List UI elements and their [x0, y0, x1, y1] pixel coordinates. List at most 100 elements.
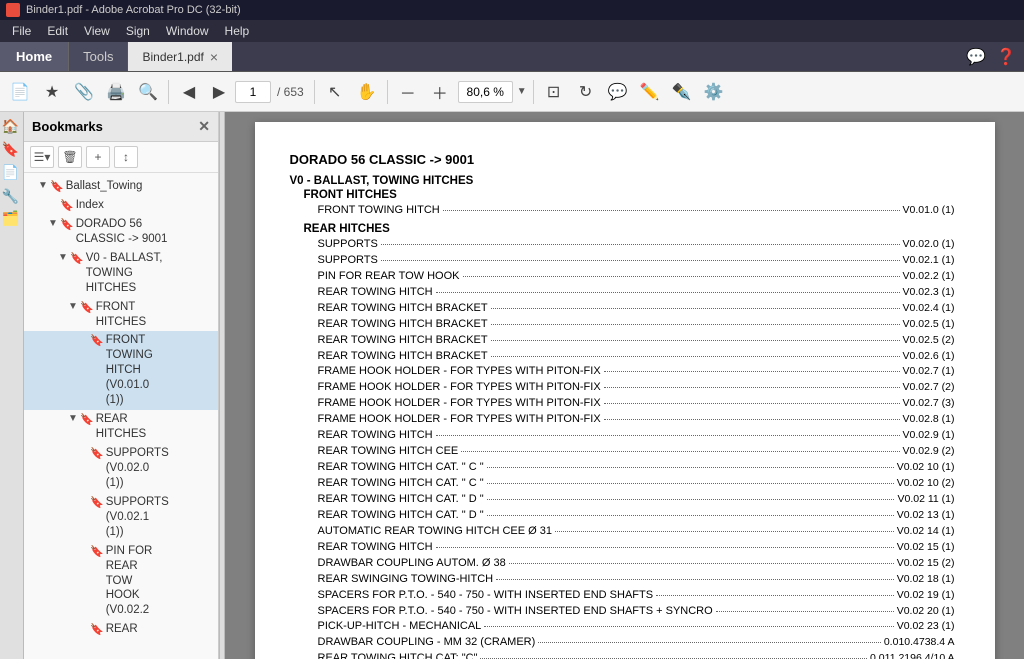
toc-row: SPACERS FOR P.T.O. - 540 - 750 - WITH IN…: [318, 588, 955, 604]
bookmark-dorado[interactable]: ▼ 🔖 DORADO 56CLASSIC -> 9001: [24, 215, 218, 249]
bookmark-options-button[interactable]: ☰▾: [30, 146, 54, 168]
toc-row: REAR TOWING HITCH BRACKETV0.02.5 (2): [318, 333, 955, 349]
toc-row: REAR TOWING HITCHV0.02.9 (1): [318, 428, 955, 444]
bookmark-ballast-towing[interactable]: ▼ 🔖 Ballast_Towing: [24, 177, 218, 196]
toc-page: V0.02.7 (3): [903, 396, 955, 411]
panel-tools-icon[interactable]: 🔧: [4, 187, 20, 204]
zoom-in-button[interactable]: ＋: [426, 78, 454, 106]
search-button[interactable]: 🔍: [134, 78, 162, 106]
menu-help[interactable]: Help: [217, 22, 258, 40]
create-button[interactable]: 📄: [6, 78, 34, 106]
bookmark-label: SUPPORTS(V0.02.1(1)): [106, 495, 169, 540]
bookmark-icon: 🔖: [90, 545, 104, 558]
bookmark-supports-2[interactable]: 🔖 SUPPORTS(V0.02.1(1)): [24, 493, 218, 542]
tab-home[interactable]: Home: [0, 42, 69, 71]
toc-row: SUPPORTSV0.02.1 (1): [318, 253, 955, 269]
bookmark-front-hitches[interactable]: ▼ 🔖 FRONTHITCHES: [24, 298, 218, 332]
bookmark-add-button[interactable]: +: [86, 146, 110, 168]
toc-page: V0.02.6 (1): [903, 349, 955, 364]
toc-dots: [381, 260, 900, 261]
bookmark-icon: 🔖: [90, 334, 104, 347]
main-area: 🏠 🔖 📄 🔧 🗂️ Bookmarks ✕ ☰▾ 🗑 + ↕ ▼ 🔖 Ball…: [0, 112, 1024, 659]
comments-icon[interactable]: 💬: [966, 47, 986, 67]
bookmark-rear[interactable]: 🔖 REAR: [24, 620, 218, 639]
toc-label: DRAWBAR COUPLING - MM 32 (CRAMER): [318, 635, 536, 651]
bookmark-v0-ballast[interactable]: ▼ 🔖 V0 - BALLAST,TOWINGHITCHES: [24, 249, 218, 298]
toc-label: REAR TOWING HITCH BRACKET: [318, 349, 488, 365]
menu-file[interactable]: File: [4, 22, 39, 40]
toc-row: FRAME HOOK HOLDER - FOR TYPES WITH PITON…: [318, 364, 955, 380]
toc-dots: [491, 340, 900, 341]
panel-pages-icon[interactable]: 📄: [4, 164, 20, 181]
toc-page: V0.02.5 (2): [903, 333, 955, 348]
toc-page: V0.02.7 (1): [903, 364, 955, 379]
pdf-rear-hitches-header: REAR HITCHES: [304, 223, 955, 235]
print-button[interactable]: 🖨️: [102, 78, 130, 106]
toc-rows: SUPPORTSV0.02.0 (1)SUPPORTSV0.02.1 (1)PI…: [290, 237, 955, 659]
toc-row: REAR TOWING HITCH BRACKET V0.02.6 (1): [318, 349, 955, 365]
tools-more-button[interactable]: ⚙️: [700, 78, 728, 106]
bookmark-rear-hitches[interactable]: ▼ 🔖 REARHITCHES: [24, 410, 218, 444]
bookmark-button[interactable]: ★: [38, 78, 66, 106]
panel-bookmarks-icon[interactable]: 🔖: [4, 141, 20, 158]
tab-home-label: Home: [16, 49, 52, 64]
nav-next-button[interactable]: ▶: [205, 78, 233, 106]
tab-tools[interactable]: Tools: [69, 42, 128, 71]
toc-label: FRAME HOOK HOLDER - FOR TYPES WITH PITON…: [318, 396, 601, 412]
bookmark-expand-button[interactable]: ↕: [114, 146, 138, 168]
panel-home-icon[interactable]: 🏠: [4, 118, 20, 135]
rotate-button[interactable]: ↻: [572, 78, 600, 106]
toc-label: REAR TOWING HITCH: [318, 540, 433, 556]
toc-page: V0.02 13 (1): [897, 508, 955, 523]
fit-page-button[interactable]: ⊡: [540, 78, 568, 106]
toc-dots: [487, 515, 894, 516]
zoom-input[interactable]: [458, 81, 513, 103]
toc-dots: [381, 244, 900, 245]
bookmark-delete-button[interactable]: 🗑: [58, 146, 82, 168]
toc-page: V0.02 14 (1): [897, 524, 955, 539]
toc-dots: [436, 435, 900, 436]
close-tab-icon[interactable]: ×: [210, 49, 218, 65]
toc-row: REAR TOWING HITCH CAT. " D "V0.02 13 (1): [318, 508, 955, 524]
bookmark-supports-1[interactable]: 🔖 SUPPORTS(V0.02.0(1)): [24, 444, 218, 493]
nav-prev-button[interactable]: ◀: [175, 78, 203, 106]
expand-arrow-icon: ▼: [48, 218, 58, 229]
toc-row: FRAME HOOK HOLDER - FOR TYPES WITH PITON…: [318, 412, 955, 428]
toc-page: 0.010.4738.4 A: [884, 635, 955, 650]
menu-view[interactable]: View: [76, 22, 118, 40]
zoom-dropdown-arrow[interactable]: ▼: [517, 86, 527, 97]
toc-label: SPACERS FOR P.T.O. - 540 - 750 - WITH IN…: [318, 588, 654, 604]
attach-button[interactable]: 📎: [70, 78, 98, 106]
help-icon[interactable]: ❓: [996, 47, 1016, 67]
toc-page: 0.011.2196.4/10 A: [870, 651, 954, 659]
toc-row: PIN FOR REAR TOW HOOKV0.02.2 (1): [318, 269, 955, 285]
zoom-out-button[interactable]: －: [394, 78, 422, 106]
bookmark-pin-rear-tow[interactable]: 🔖 PIN FORREARTOWHOOK(V0.02.2: [24, 542, 218, 621]
annotate-button[interactable]: 💬: [604, 78, 632, 106]
panel-layers-icon[interactable]: 🗂️: [4, 210, 20, 227]
menu-edit[interactable]: Edit: [39, 22, 76, 40]
toc-dots: [538, 642, 881, 643]
toolbar: 📄 ★ 📎 🖨️ 🔍 ◀ ▶ / 653 ↖ ✋ － ＋ ▼ ⊡ ↻ 💬 ✏️ …: [0, 72, 1024, 112]
toc-label: REAR TOWING HITCH CEE: [318, 444, 459, 460]
toc-page: V0.02 10 (1): [897, 460, 955, 475]
menu-window[interactable]: Window: [158, 22, 217, 40]
toc-label: SUPPORTS: [318, 253, 378, 269]
toc-page: V0.02 20 (1): [897, 604, 955, 619]
hand-tool[interactable]: ✋: [353, 78, 381, 106]
select-tool[interactable]: ↖: [321, 78, 349, 106]
tab-document[interactable]: Binder1.pdf ×: [128, 42, 232, 71]
bookmark-front-towing-hitch[interactable]: 🔖 FRONTTOWINGHITCH(V0.01.0(1)): [24, 331, 218, 410]
toc-label: FRAME HOOK HOLDER - FOR TYPES WITH PITON…: [318, 364, 601, 380]
signature-button[interactable]: ✒️: [668, 78, 696, 106]
menu-sign[interactable]: Sign: [118, 22, 158, 40]
bookmark-icon: 🔖: [80, 413, 94, 426]
bookmark-index[interactable]: 🔖 Index: [24, 196, 218, 215]
toc-label: REAR TOWING HITCH: [318, 285, 433, 301]
pdf-viewer: DORADO 56 CLASSIC -> 9001 V0 - BALLAST, …: [225, 112, 1024, 659]
sidebar: Bookmarks ✕ ☰▾ 🗑 + ↕ ▼ 🔖 Ballast_Towing …: [24, 112, 219, 659]
page-input[interactable]: [235, 81, 271, 103]
sidebar-close-button[interactable]: ✕: [198, 118, 210, 135]
bookmark-icon: 🔖: [70, 252, 84, 265]
highlight-button[interactable]: ✏️: [636, 78, 664, 106]
